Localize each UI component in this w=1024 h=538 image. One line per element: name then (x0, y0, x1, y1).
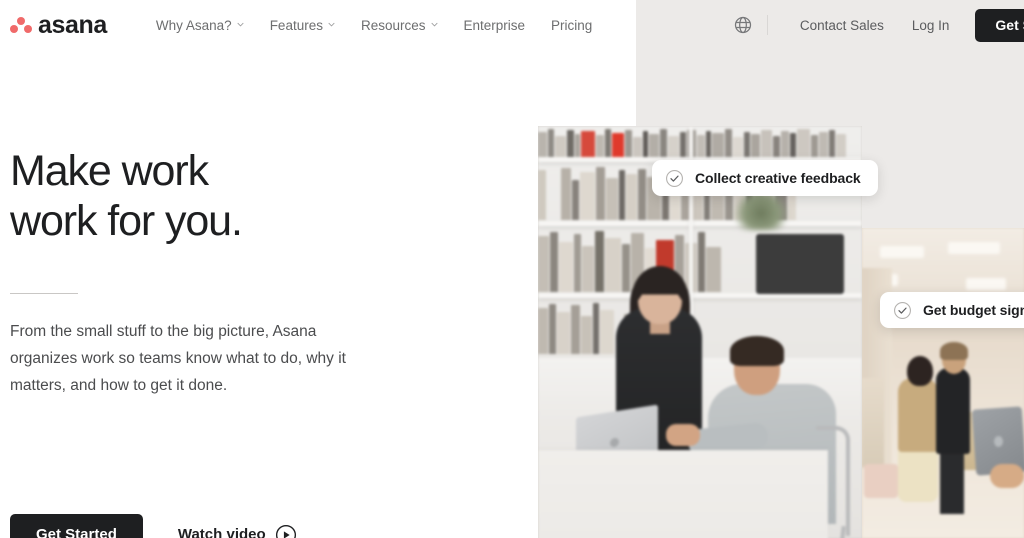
badge-label: Collect creative feedback (695, 170, 861, 186)
play-circle-icon (275, 524, 297, 538)
nav-item-label: Why Asana? (155, 17, 232, 33)
hero-subtext: From the small stuff to the big picture,… (10, 323, 346, 394)
hero-copy-block: Make work work for you. From the small s… (10, 146, 430, 399)
nav-item-resources[interactable]: Resources (348, 18, 451, 33)
nav-item-label: Resources (360, 17, 426, 33)
get-started-hero-button[interactable]: Get Started (10, 514, 143, 538)
log-in-link[interactable]: Log In (898, 18, 964, 33)
hero-cta-row: Get Started Watch video (10, 514, 297, 538)
asana-wordmark: asana (38, 10, 107, 39)
contact-sales-link[interactable]: Contact Sales (786, 18, 898, 33)
chevron-down-icon (328, 21, 335, 28)
primary-navigation: Why Asana? Features Resources Enterprise… (143, 18, 605, 33)
nav-item-label: Pricing (551, 17, 593, 33)
headline-line-1: Make work (10, 147, 209, 195)
header-divider (766, 15, 768, 35)
check-circle-icon (893, 301, 912, 320)
globe-icon[interactable] (733, 15, 753, 35)
header-right-cluster: Contact Sales Log In Get S (733, 0, 1024, 50)
hero-divider-rule (10, 293, 78, 294)
nav-item-label: Features (269, 17, 323, 33)
nav-item-label: Enterprise (463, 17, 526, 33)
get-started-header-button[interactable]: Get S (975, 8, 1024, 42)
hero-photo-office-walkway (862, 228, 1024, 538)
nav-item-features[interactable]: Features (257, 18, 348, 33)
site-header: asana Why Asana? Features Resources Ente… (0, 0, 1024, 50)
page-title: Make work work for you. (10, 146, 430, 246)
badge-label: Get budget sign (923, 302, 1024, 318)
chevron-down-icon (237, 21, 244, 28)
nav-item-pricing[interactable]: Pricing (538, 18, 605, 33)
watch-video-button[interactable]: Watch video (178, 524, 297, 538)
watch-video-label: Watch video (177, 526, 266, 538)
nav-item-enterprise[interactable]: Enterprise (451, 18, 539, 33)
asana-logo-mark-icon (10, 16, 32, 34)
badge-collect-creative-feedback[interactable]: Collect creative feedback (652, 160, 878, 196)
nav-item-why-asana[interactable]: Why Asana? (143, 18, 257, 33)
check-circle-icon (665, 169, 684, 188)
headline-line-2: work for you. (10, 197, 243, 245)
asana-logo[interactable]: asana (10, 10, 107, 39)
chevron-down-icon (430, 21, 438, 28)
badge-get-budget-sign-off[interactable]: Get budget sign (880, 292, 1024, 328)
